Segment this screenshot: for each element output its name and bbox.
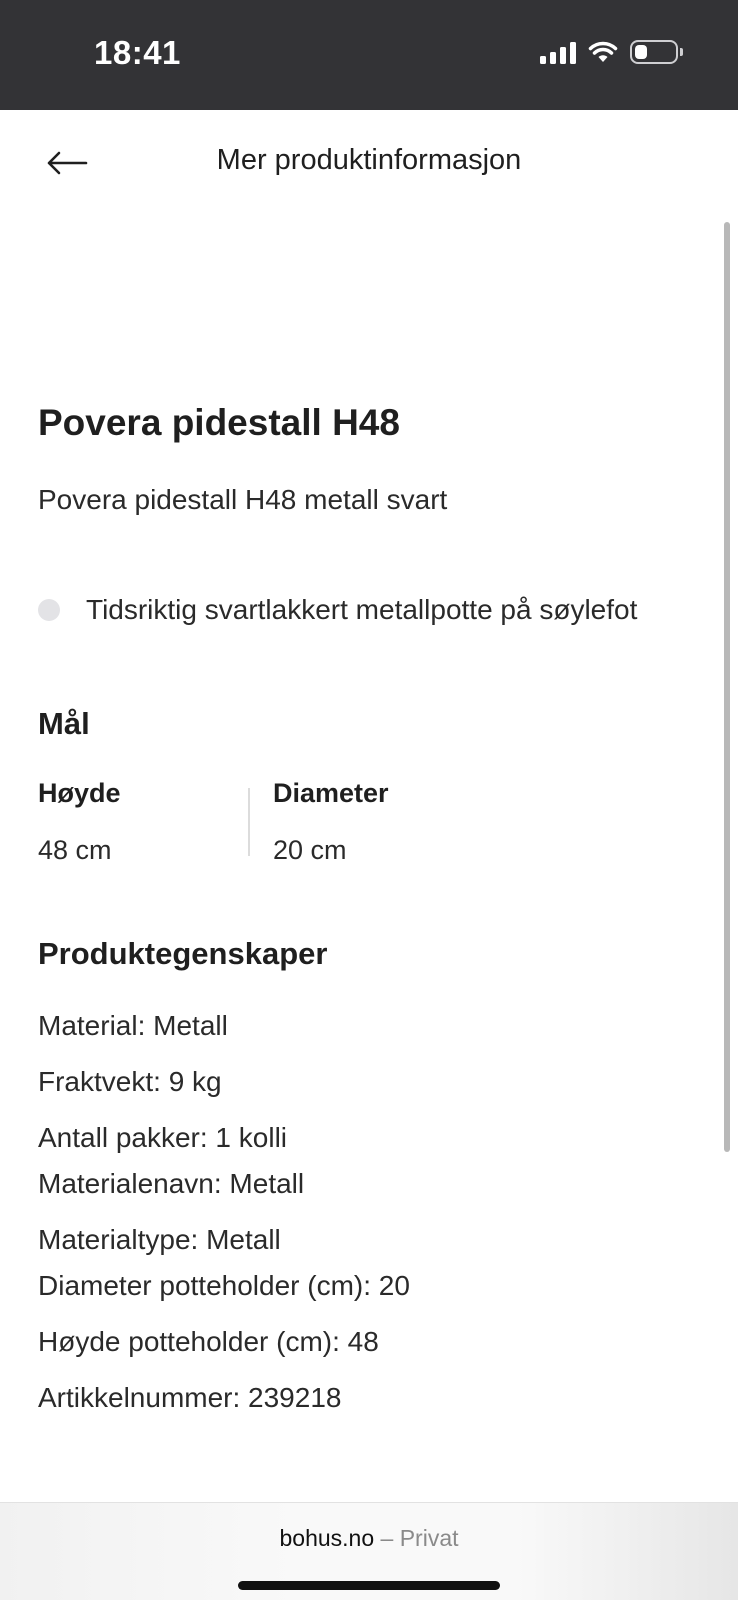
dimension-value: 20 cm — [273, 835, 347, 865]
url-domain: bohus.no — [279, 1525, 375, 1551]
feature-bullet-text: Tidsriktig svartlakkert metallpotte på s… — [86, 594, 638, 625]
browser-bottom-bar: bohus.no – Privat — [0, 1502, 738, 1600]
feature-bullet: Tidsriktig svartlakkert metallpotte på s… — [38, 594, 637, 626]
property-item: Diameter potteholder (cm): 20 — [38, 1270, 410, 1301]
dimension-height: Høyde 48 cm — [38, 778, 121, 866]
product-title: Povera pidestall H48 — [38, 402, 400, 443]
dimensions-heading: Mål — [38, 706, 90, 741]
url-separator: – — [374, 1525, 400, 1551]
dimension-diameter: Diameter 20 cm — [273, 778, 389, 866]
wifi-icon — [588, 41, 618, 62]
product-subtitle: Povera pidestall H48 metall svart — [38, 484, 448, 515]
cellular-signal-icon — [540, 40, 576, 64]
dimension-label: Diameter — [273, 778, 389, 808]
scrollbar[interactable] — [724, 222, 730, 1152]
property-item: Materialenavn: Metall — [38, 1168, 305, 1199]
browsing-mode: Privat — [399, 1525, 459, 1551]
property-item: Høyde potteholder (cm): 48 — [38, 1326, 379, 1357]
status-time: 18:41 — [94, 34, 181, 71]
address-bar[interactable]: bohus.no – Privat — [0, 1525, 738, 1552]
dimension-divider — [248, 788, 250, 856]
dimension-label: Høyde — [38, 778, 121, 808]
property-item: Antall pakker: 1 kolli — [38, 1122, 288, 1153]
property-item: Fraktvekt: 9 kg — [38, 1066, 222, 1097]
home-indicator[interactable] — [238, 1581, 500, 1590]
status-icons — [540, 40, 683, 64]
page-header: Mer produktinformasjon — [0, 110, 738, 220]
status-bar: 18:41 — [0, 0, 738, 110]
properties-heading: Produktegenskaper — [38, 936, 328, 971]
page-title: Mer produktinformasjon — [216, 144, 522, 176]
dimension-value: 48 cm — [38, 835, 112, 865]
bullet-dot-icon — [38, 599, 60, 621]
property-item: Artikkelnummer: 239218 — [38, 1382, 342, 1413]
battery-icon — [630, 40, 683, 64]
property-item: Material: Metall — [38, 1010, 228, 1041]
property-item: Materialtype: Metall — [38, 1224, 281, 1255]
